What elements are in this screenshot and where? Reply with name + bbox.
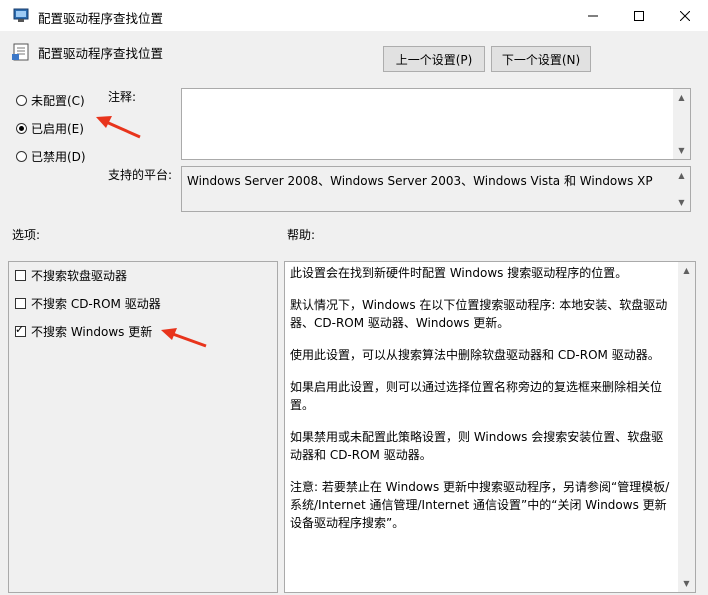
annotation-arrow-windows-update	[161, 328, 207, 348]
annotation-arrows	[96, 116, 207, 348]
annotation-arrow-enabled	[96, 116, 141, 139]
